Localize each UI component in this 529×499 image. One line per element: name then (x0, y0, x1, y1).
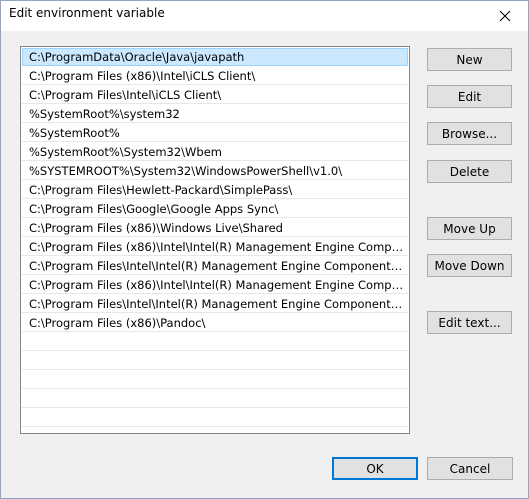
dialog-title: Edit environment variable (9, 6, 165, 20)
move-down-button[interactable]: Move Down (427, 254, 512, 277)
ok-button[interactable]: OK (332, 457, 418, 480)
path-list-item[interactable]: %SYSTEMROOT%\System32\WindowsPowerShell\… (22, 162, 408, 180)
path-list-item[interactable]: %SystemRoot%\system32 (22, 105, 408, 123)
path-list-item[interactable]: C:\Program Files (x86)\Intel\Intel(R) Ma… (22, 238, 408, 256)
cancel-button[interactable]: Cancel (427, 457, 513, 480)
path-list-item[interactable]: C:\Program Files\Intel\Intel(R) Manageme… (22, 257, 408, 275)
path-list-empty-row[interactable] (22, 352, 408, 370)
path-list-item[interactable]: C:\Program Files\Intel\iCLS Client\ (22, 86, 408, 104)
path-list-empty-row[interactable] (22, 371, 408, 389)
path-list-empty-row[interactable] (22, 333, 408, 351)
path-list-empty-row[interactable] (22, 409, 408, 427)
path-list-item[interactable]: C:\Program Files\Google\Google Apps Sync… (22, 200, 408, 218)
path-list-item[interactable]: C:\Program Files\Hewlett-Packard\SimpleP… (22, 181, 408, 199)
path-list-item[interactable]: %SystemRoot% (22, 124, 408, 142)
title-bar[interactable]: Edit environment variable (1, 1, 528, 31)
path-list-item[interactable]: C:\Program Files (x86)\Intel\Intel(R) Ma… (22, 276, 408, 294)
path-list[interactable]: C:\ProgramData\Oracle\Java\javapath C:\Pr… (20, 46, 410, 434)
move-up-button[interactable]: Move Up (427, 217, 512, 240)
edit-text-button[interactable]: Edit text... (427, 311, 512, 334)
path-list-item[interactable]: C:\ProgramData\Oracle\Java\javapath (22, 48, 408, 66)
new-button[interactable]: New (427, 48, 512, 71)
close-icon (499, 10, 511, 22)
edit-button[interactable]: Edit (427, 85, 512, 108)
close-button[interactable] (482, 1, 528, 31)
edit-env-variable-dialog: Edit environment variable C:\ProgramData… (0, 0, 529, 499)
path-list-item[interactable]: C:\Program Files\Intel\Intel(R) Manageme… (22, 295, 408, 313)
path-list-item[interactable]: %SystemRoot%\System32\Wbem (22, 143, 408, 161)
delete-button[interactable]: Delete (427, 160, 512, 183)
browse-button[interactable]: Browse... (427, 122, 512, 145)
path-list-item[interactable]: C:\Program Files (x86)\Windows Live\Shar… (22, 219, 408, 237)
path-list-empty-row[interactable] (22, 390, 408, 408)
path-list-item[interactable]: C:\Program Files (x86)\Pandoc\ (22, 314, 408, 332)
path-list-item[interactable]: C:\Program Files (x86)\Intel\iCLS Client… (22, 67, 408, 85)
